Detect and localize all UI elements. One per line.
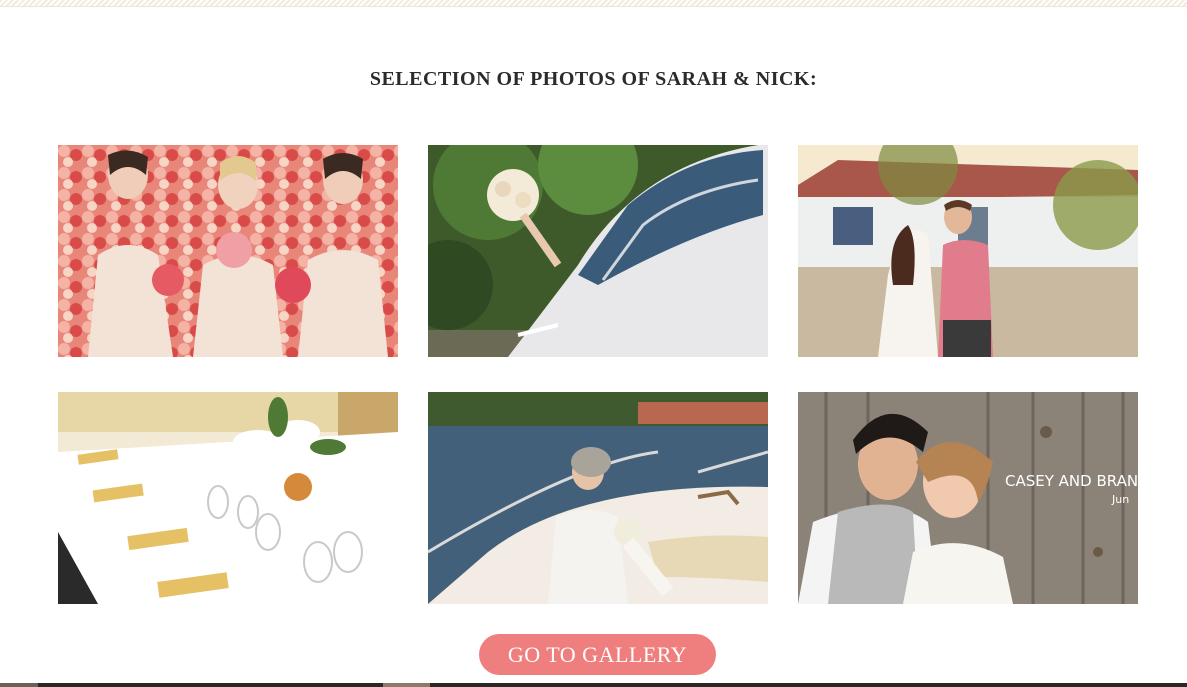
photo-bouquet-car[interactable] bbox=[428, 145, 768, 357]
photo-couple-wooden-fence[interactable]: CASEY AND BRAN Jun bbox=[798, 392, 1138, 604]
photo-caption-sub: Jun bbox=[1112, 493, 1130, 506]
photo-couple-kiss-courtyard[interactable] bbox=[798, 145, 1138, 357]
section-title: SELECTION OF PHOTOS OF SARAH & NICK: bbox=[369, 68, 818, 90]
go-to-gallery-button[interactable]: GO TO GALLERY bbox=[479, 634, 716, 675]
decorative-top-border bbox=[0, 0, 1187, 7]
photo-bride-on-boat[interactable] bbox=[428, 392, 768, 604]
photo-caption: CASEY AND BRAN bbox=[1005, 472, 1138, 490]
photo-bridesmaids[interactable] bbox=[58, 145, 398, 357]
footer-strip bbox=[0, 683, 1187, 687]
photo-banquet-table[interactable] bbox=[58, 392, 398, 604]
